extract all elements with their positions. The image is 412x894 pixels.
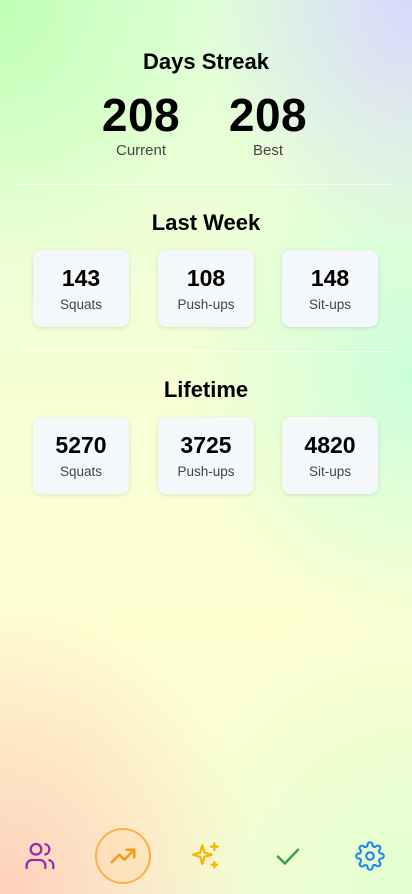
lifetime-pushups-card: 3725 Push-ups [158,417,254,494]
stat-value: 143 [61,265,101,291]
sparkles-icon [191,842,219,869]
stat-label: Push-ups [177,464,235,479]
stat-label: Squats [59,297,103,312]
lifetime-situps-card: 4820 Sit-ups [282,417,378,494]
nav-settings-button[interactable] [342,828,398,884]
trending-up-icon [110,848,136,864]
users-icon [25,842,55,870]
current-streak-value: 208 [101,89,181,141]
divider [18,351,394,352]
divider [18,184,394,185]
stats-screen: Days Streak 208 Current 208 Best Last We… [0,0,412,894]
stat-label: Squats [59,464,103,479]
last-week-title: Last Week [151,210,261,235]
current-streak-label: Current [115,142,167,159]
stat-label: Push-ups [177,297,235,312]
streak-title: Days Streak [143,49,269,74]
stat-value: 148 [310,265,350,291]
lifetime-title: Lifetime [163,377,249,402]
nav-sparkles-button[interactable] [177,828,233,884]
lifetime-squats-card: 5270 Squats [33,417,129,494]
stat-label: Sit-ups [308,297,352,312]
gear-icon [355,841,385,871]
nav-friends-button[interactable] [12,828,68,884]
stat-value: 4820 [304,432,356,458]
stat-label: Sit-ups [308,464,352,479]
last-week-pushups-card: 108 Push-ups [158,250,254,327]
best-streak-value: 208 [228,89,308,141]
check-icon [276,848,300,865]
nav-stats-button[interactable] [95,828,151,884]
best-streak-label: Best [252,142,283,159]
stat-value: 3725 [180,432,232,458]
nav-check-button[interactable] [260,828,316,884]
last-week-situps-card: 148 Sit-ups [282,250,378,327]
last-week-squats-card: 143 Squats [33,250,129,327]
stat-value: 5270 [55,432,107,458]
stat-value: 108 [186,265,226,291]
